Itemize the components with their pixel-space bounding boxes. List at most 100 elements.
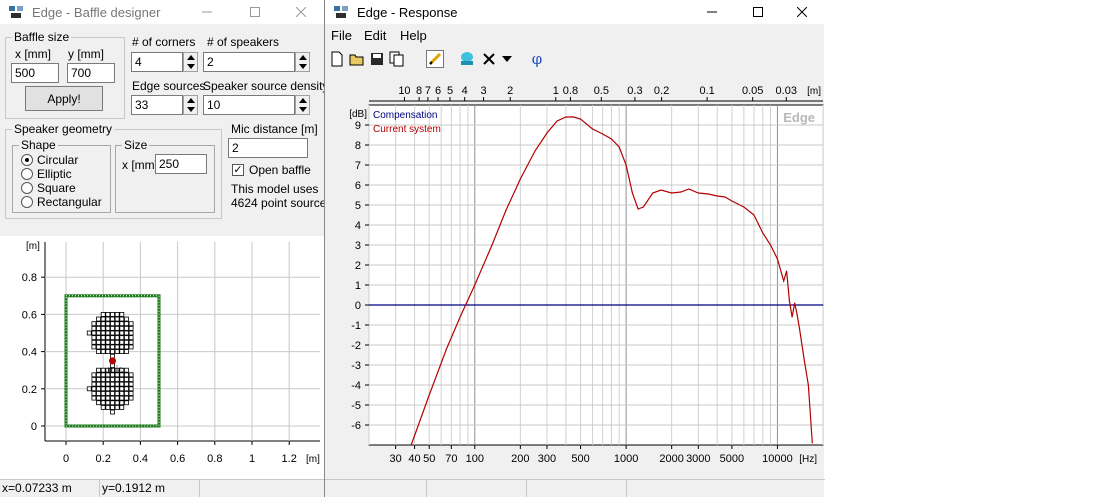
new-file-icon[interactable] <box>328 50 346 68</box>
speaker-point <box>91 335 97 341</box>
chart-y-tick-label: -3 <box>351 360 361 372</box>
pencil-icon[interactable] <box>426 50 444 68</box>
delete-x-icon[interactable] <box>480 50 498 68</box>
copy-icon[interactable] <box>388 50 406 68</box>
close-button[interactable] <box>779 0 825 24</box>
speaker-point <box>128 321 134 327</box>
speaker-icon[interactable] <box>458 50 476 68</box>
baffle-layout-plot[interactable]: [m] [m] 0.8 0.6 0.4 0.2 0 0 0.2 0.4 0.6 0.8 1 1.2 mic <box>0 236 324 479</box>
series-point <box>642 206 644 208</box>
shape-square-radio[interactable] <box>21 182 33 194</box>
series-point <box>707 193 710 195</box>
series-point <box>762 232 764 234</box>
speaker-point <box>128 395 134 401</box>
speaker-point <box>124 316 129 322</box>
edge-sources-input[interactable]: 33 <box>131 95 183 115</box>
minimize-icon <box>707 11 717 13</box>
open-baffle-checkbox[interactable]: ✓ <box>232 164 244 176</box>
chart-y-tick-label: 9 <box>355 120 361 132</box>
speaker-point <box>114 321 120 327</box>
series-point <box>783 280 785 282</box>
minimize-button[interactable] <box>184 0 230 24</box>
speaker-point <box>100 377 106 382</box>
speaker-point <box>91 325 97 331</box>
series-point <box>459 316 461 318</box>
speaker-point <box>100 321 106 327</box>
series-point <box>680 191 682 193</box>
speaker-point <box>124 335 129 341</box>
speaker-point <box>110 339 115 345</box>
shape-circular-radio[interactable] <box>21 154 33 166</box>
maximize-icon <box>753 7 763 17</box>
speaker-point <box>114 404 120 410</box>
speaker-point <box>96 335 101 341</box>
speaker-point <box>100 316 106 322</box>
speaker-point <box>128 372 134 378</box>
save-icon[interactable] <box>368 50 386 68</box>
open-baffle-label: Open baffle <box>249 163 311 177</box>
speaker-point <box>119 316 125 322</box>
status-x: x=0.07233 m <box>0 479 100 497</box>
density-input[interactable]: 10 <box>203 95 295 115</box>
speaker-point <box>119 386 125 392</box>
menu-file[interactable]: File <box>331 28 352 43</box>
chart-top-tick-label: 2 <box>507 85 513 97</box>
series-point <box>445 348 448 350</box>
menu-edit[interactable]: Edit <box>364 28 386 43</box>
speaker-point <box>119 391 125 396</box>
chart-y-tick-label: 8 <box>355 140 361 152</box>
shape-elliptic-radio[interactable] <box>21 168 33 180</box>
size-input[interactable]: 250 <box>155 154 207 174</box>
dropdown-arrow-icon[interactable] <box>500 50 514 68</box>
minimize-button[interactable] <box>689 0 735 24</box>
speakers-spinner[interactable] <box>295 52 310 72</box>
speaker-point <box>105 325 111 331</box>
series-point <box>803 358 805 360</box>
series-point <box>786 270 788 272</box>
corners-input[interactable]: 4 <box>131 52 183 72</box>
speaker-point <box>124 339 129 345</box>
speaker-point <box>114 344 120 350</box>
shape-rectangular-radio[interactable] <box>21 196 33 208</box>
density-spinner[interactable] <box>295 95 310 115</box>
speaker-point <box>96 377 101 382</box>
apply-button[interactable]: Apply! <box>25 86 103 111</box>
model-info-line2: 4624 point sources <box>231 196 333 210</box>
frequency-response-chart[interactable]: 9876543210-1-2-3-4-5-6[dB]30 40 50 70 100 200… <box>325 82 825 479</box>
baffle-x-input[interactable]: 500 <box>11 63 59 83</box>
speakers-input[interactable]: 2 <box>203 52 295 72</box>
edge-watermark: Edge <box>783 110 815 125</box>
speaker-point <box>91 381 97 387</box>
menu-help[interactable]: Help <box>400 28 427 43</box>
edge-sources-spinner[interactable] <box>183 95 198 115</box>
speaker-point <box>110 349 115 354</box>
speaker-point <box>100 335 106 341</box>
speaker-point <box>91 395 97 401</box>
speaker-point <box>105 386 111 392</box>
speaker-point <box>96 321 101 327</box>
maximize-button[interactable] <box>735 0 781 24</box>
open-folder-icon[interactable] <box>348 50 366 68</box>
speaker-point <box>100 367 106 373</box>
speaker-point <box>96 400 101 406</box>
speaker-point <box>119 377 125 382</box>
mic-distance-input[interactable]: 2 <box>228 138 308 158</box>
chart-y-tick-label: 6 <box>355 180 361 192</box>
close-button[interactable] <box>278 0 324 24</box>
speaker-point <box>96 316 101 322</box>
phi-icon[interactable]: φ <box>528 50 546 68</box>
close-icon <box>296 7 306 17</box>
chart-y-tick-label: 4 <box>355 220 361 232</box>
maximize-button[interactable] <box>232 0 278 24</box>
baffle-y-input[interactable]: 700 <box>67 63 115 83</box>
response-window: Edge - Response File Edit Help φ 9876543… <box>324 0 825 497</box>
chart-y-tick-label: -6 <box>351 420 361 432</box>
speaker-point <box>110 344 115 350</box>
speaker-point <box>124 330 129 336</box>
series-point <box>368 304 370 306</box>
speaker-point <box>91 386 97 392</box>
series-point <box>671 192 673 194</box>
series-point <box>716 195 718 197</box>
corners-spinner[interactable] <box>183 52 198 72</box>
chart-y-tick-label: 0 <box>355 300 361 312</box>
